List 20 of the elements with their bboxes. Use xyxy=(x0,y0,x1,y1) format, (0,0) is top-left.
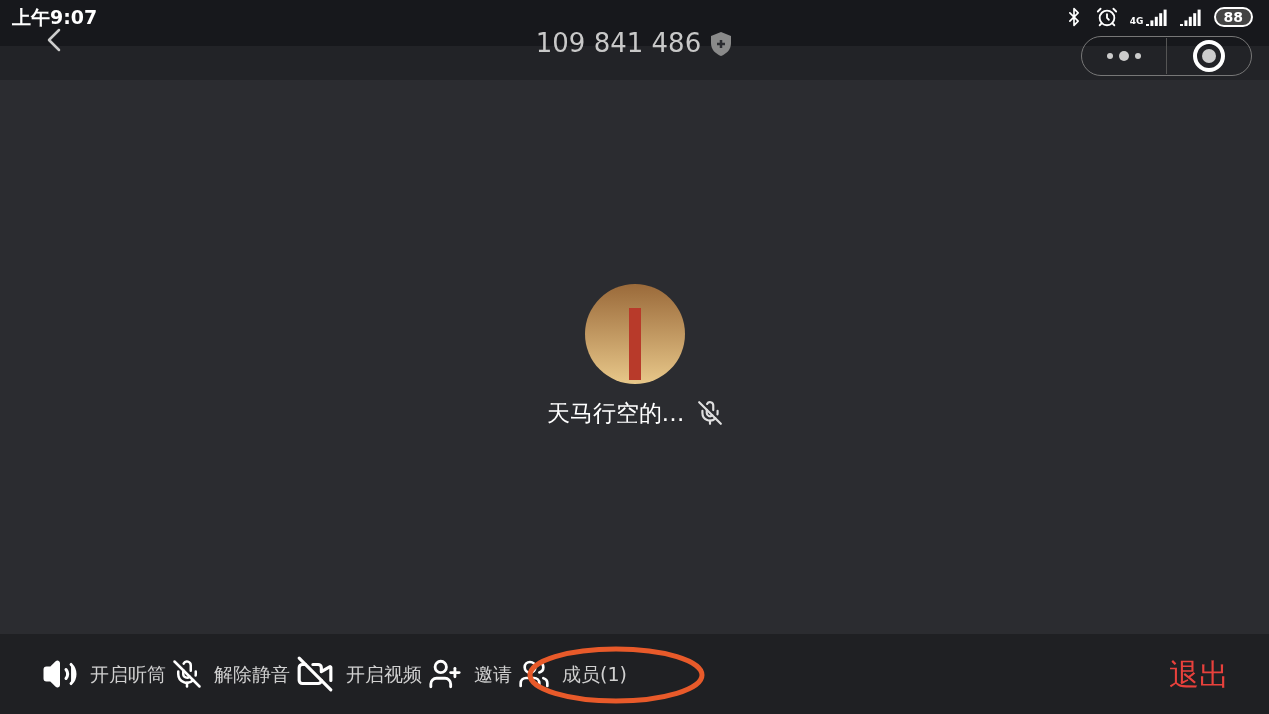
toolbar-button[interactable]: 成员(1) xyxy=(518,658,627,690)
shield-icon xyxy=(709,30,734,57)
status-time: 上午9:07 xyxy=(12,4,98,30)
meeting-id: 109 841 486 xyxy=(535,27,702,60)
muted-microphone-icon xyxy=(172,659,202,689)
exit-button[interactable]: 退出 xyxy=(1169,651,1229,697)
network-type: 4G xyxy=(1129,17,1144,26)
alarm-icon xyxy=(1095,6,1118,28)
toolbar-button[interactable]: 开启听筒 xyxy=(42,656,166,692)
toolbar-button[interactable]: 解除静音 xyxy=(172,659,290,689)
toolbar-button[interactable]: 开启视频 xyxy=(296,655,422,693)
people-icon xyxy=(518,658,550,690)
signal-icon xyxy=(1179,8,1202,26)
toolbar-button[interactable]: 邀请 xyxy=(428,657,512,691)
video-off-icon xyxy=(296,655,334,693)
target-icon[interactable] xyxy=(1192,39,1226,73)
participant-name: 天马行空的… xyxy=(546,398,685,428)
signal-icon xyxy=(1145,8,1168,26)
more-dots-icon[interactable] xyxy=(1106,51,1142,61)
add-person-icon xyxy=(428,657,462,691)
